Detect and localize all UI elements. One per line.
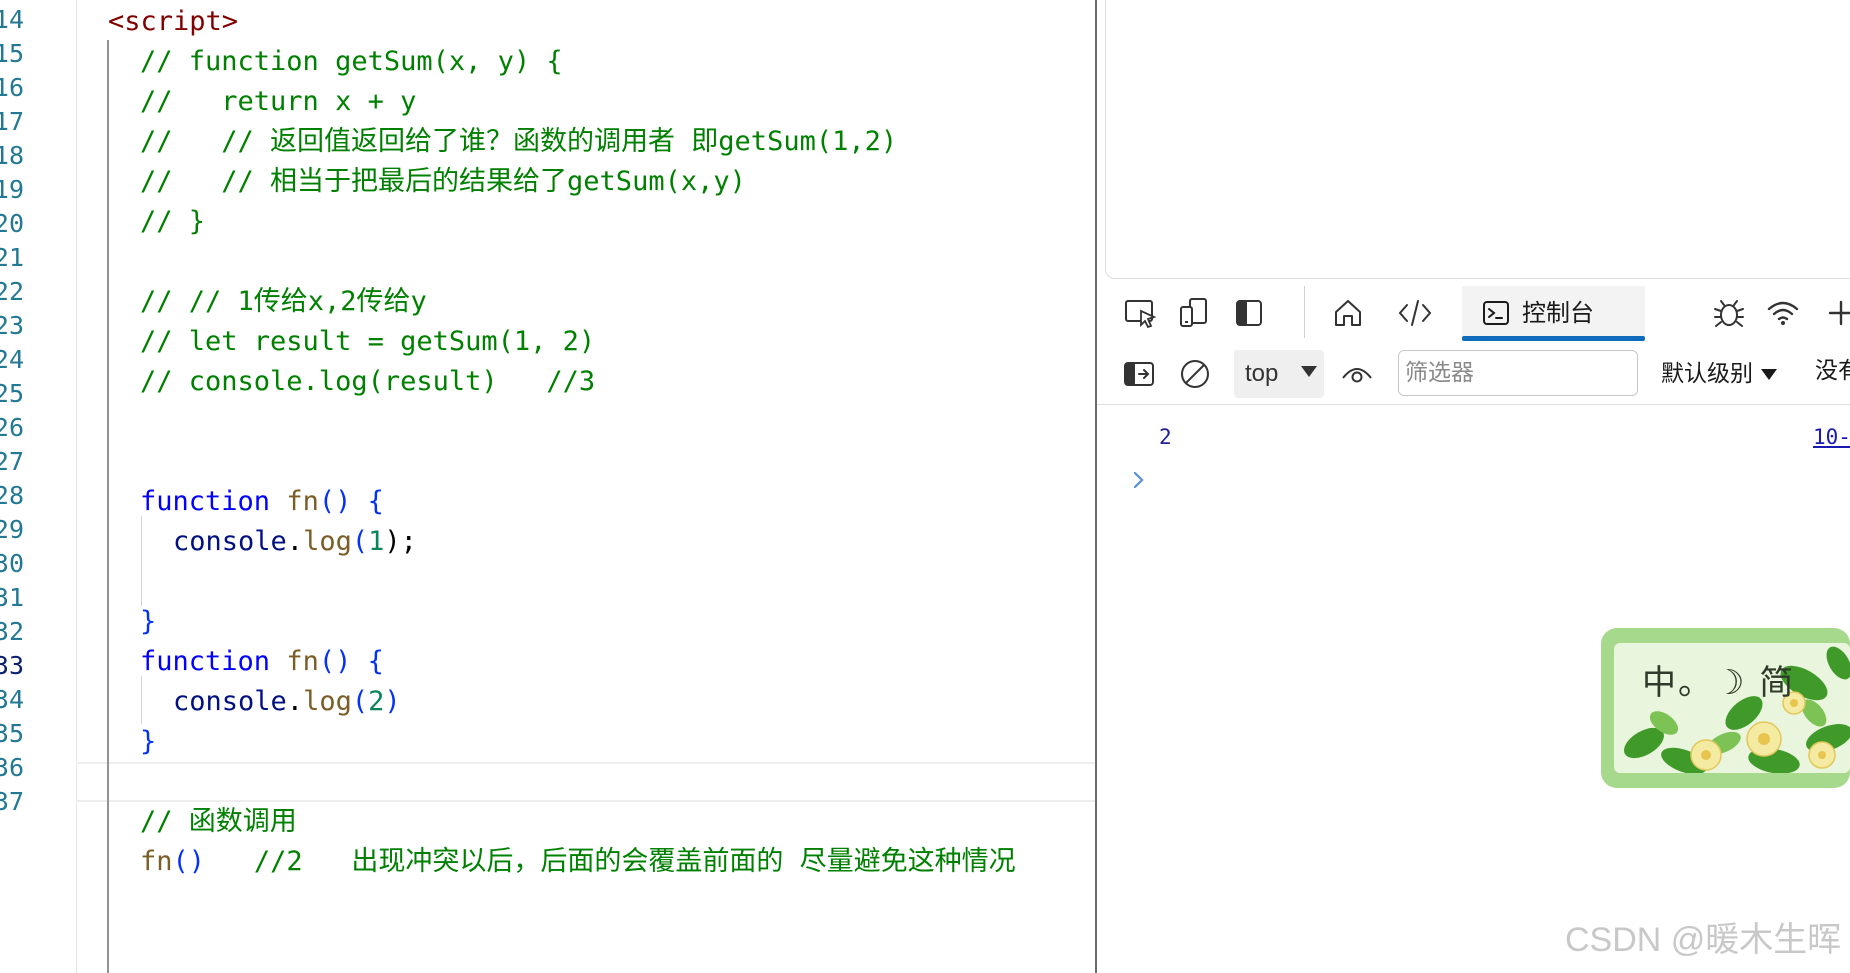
page-preview-area xyxy=(1105,0,1850,279)
filter-input[interactable] xyxy=(1398,350,1638,396)
open-paren: ( xyxy=(351,526,369,557)
code-line-22: // let result = getSum(1, 2) xyxy=(140,326,596,357)
function-name: fn xyxy=(286,646,319,677)
line-number: 37 xyxy=(0,787,24,816)
code-line-17: // // 返回值返回给了谁？函数的调用者 即getSum(1,2) xyxy=(140,126,898,157)
context-selector-value: top xyxy=(1245,360,1279,387)
code-line-35: fn() //2 出现冲突以后，后面的会覆盖前面的 尽量避免这种情况 xyxy=(140,842,1016,882)
console-icon xyxy=(1482,299,1510,327)
identifier-console: console xyxy=(173,686,287,717)
chevron-right-icon[interactable] xyxy=(1127,465,1151,495)
parens: () xyxy=(318,646,352,677)
close-paren-semicolon: ); xyxy=(384,526,417,557)
indent-guide xyxy=(141,676,142,724)
code-line-23: // console.log(result) //3 xyxy=(140,366,596,397)
dock-sidebar-icon[interactable] xyxy=(1227,290,1271,336)
device-emulation-icon[interactable] xyxy=(1172,290,1216,336)
identifier-console: console xyxy=(173,526,287,557)
code-line-26: function fn() { xyxy=(140,482,384,522)
parens: () xyxy=(318,486,352,517)
console-sidebar-icon[interactable] xyxy=(1117,350,1161,398)
indent-guide xyxy=(141,516,142,606)
toolbar-separator xyxy=(1304,286,1305,338)
caret-down-icon xyxy=(1761,368,1777,380)
context-selector[interactable]: top xyxy=(1234,350,1324,398)
code-line-30: function fn() { xyxy=(140,642,384,682)
open-brace: { xyxy=(367,486,384,517)
code-editor[interactable]: 14 15 16 17 18 19 20 21 22 23 24 25 26 2… xyxy=(0,0,1095,973)
plus-icon[interactable] xyxy=(1819,290,1850,336)
code-icon[interactable] xyxy=(1393,290,1437,336)
function-name: fn xyxy=(286,486,319,517)
function-call-name: fn xyxy=(140,846,173,877)
code-line-34: // 函数调用 xyxy=(140,806,297,837)
ime-status-widget[interactable]: 中。☽ 简 xyxy=(1601,628,1850,788)
eye-icon[interactable] xyxy=(1335,350,1379,398)
code-line-18: // // 相当于把最后的结果给了getSum(x,y) xyxy=(140,166,746,197)
number-literal: 2 xyxy=(368,686,385,717)
line-number-gutter: 14 15 16 17 18 19 20 21 22 23 24 25 26 2… xyxy=(0,0,77,973)
code-line-29: } xyxy=(140,606,157,637)
close-paren: ) xyxy=(384,686,401,717)
watermark: CSDN @暖木生晖 xyxy=(1565,921,1842,959)
indent-guide xyxy=(107,40,109,973)
code-line-32: } xyxy=(140,726,157,757)
code-line-19: // } xyxy=(140,206,206,237)
console-log-source-link[interactable]: 10- xyxy=(1813,422,1850,452)
inspect-icon[interactable] xyxy=(1119,290,1163,336)
code-line-21: // // 1传给x,2传给y xyxy=(140,286,427,317)
method-log: log xyxy=(303,686,352,717)
log-levels-dropdown[interactable]: 默认级别 xyxy=(1661,356,1777,392)
tab-console[interactable]: 控制台 xyxy=(1462,286,1645,340)
open-paren: ( xyxy=(351,686,369,717)
code-line-14: <script> xyxy=(108,6,239,37)
parens: () xyxy=(172,846,206,877)
ime-status-text: 中。☽ 简 xyxy=(1642,663,1796,703)
caret-down-icon xyxy=(1301,366,1317,377)
ime-background: 中。☽ 简 xyxy=(1614,643,1850,773)
devtools-panel: 控制台 top 默认级别 没有 2 10- xyxy=(1097,0,1850,973)
log-levels-label: 默认级别 xyxy=(1661,361,1753,387)
code-line-15: // function getSum(x, y) { xyxy=(140,46,563,77)
active-tab-indicator xyxy=(1462,336,1645,341)
keyword-function: function xyxy=(140,646,271,677)
number-literal: 1 xyxy=(368,526,385,557)
open-brace: { xyxy=(367,646,384,677)
dot: . xyxy=(286,686,304,717)
wifi-icon[interactable] xyxy=(1761,290,1805,336)
code-line-31: console.log(2) xyxy=(173,682,401,722)
method-log: log xyxy=(303,526,352,557)
clear-console-icon[interactable] xyxy=(1173,350,1217,398)
toolbar-overflow-text: 没有 xyxy=(1815,358,1850,384)
tab-console-label: 控制台 xyxy=(1522,299,1594,327)
current-line-highlight xyxy=(76,762,1095,802)
dot: . xyxy=(286,526,304,557)
keyword-function: function xyxy=(140,486,271,517)
code-line-16: // return x + y xyxy=(140,86,417,117)
bug-icon[interactable] xyxy=(1707,290,1751,336)
console-log-value: 2 xyxy=(1159,425,1172,449)
inline-comment: //2 出现冲突以后，后面的会覆盖前面的 尽量避免这种情况 xyxy=(253,846,1016,877)
home-icon[interactable] xyxy=(1326,290,1370,336)
code-line-27: console.log(1); xyxy=(173,522,417,562)
